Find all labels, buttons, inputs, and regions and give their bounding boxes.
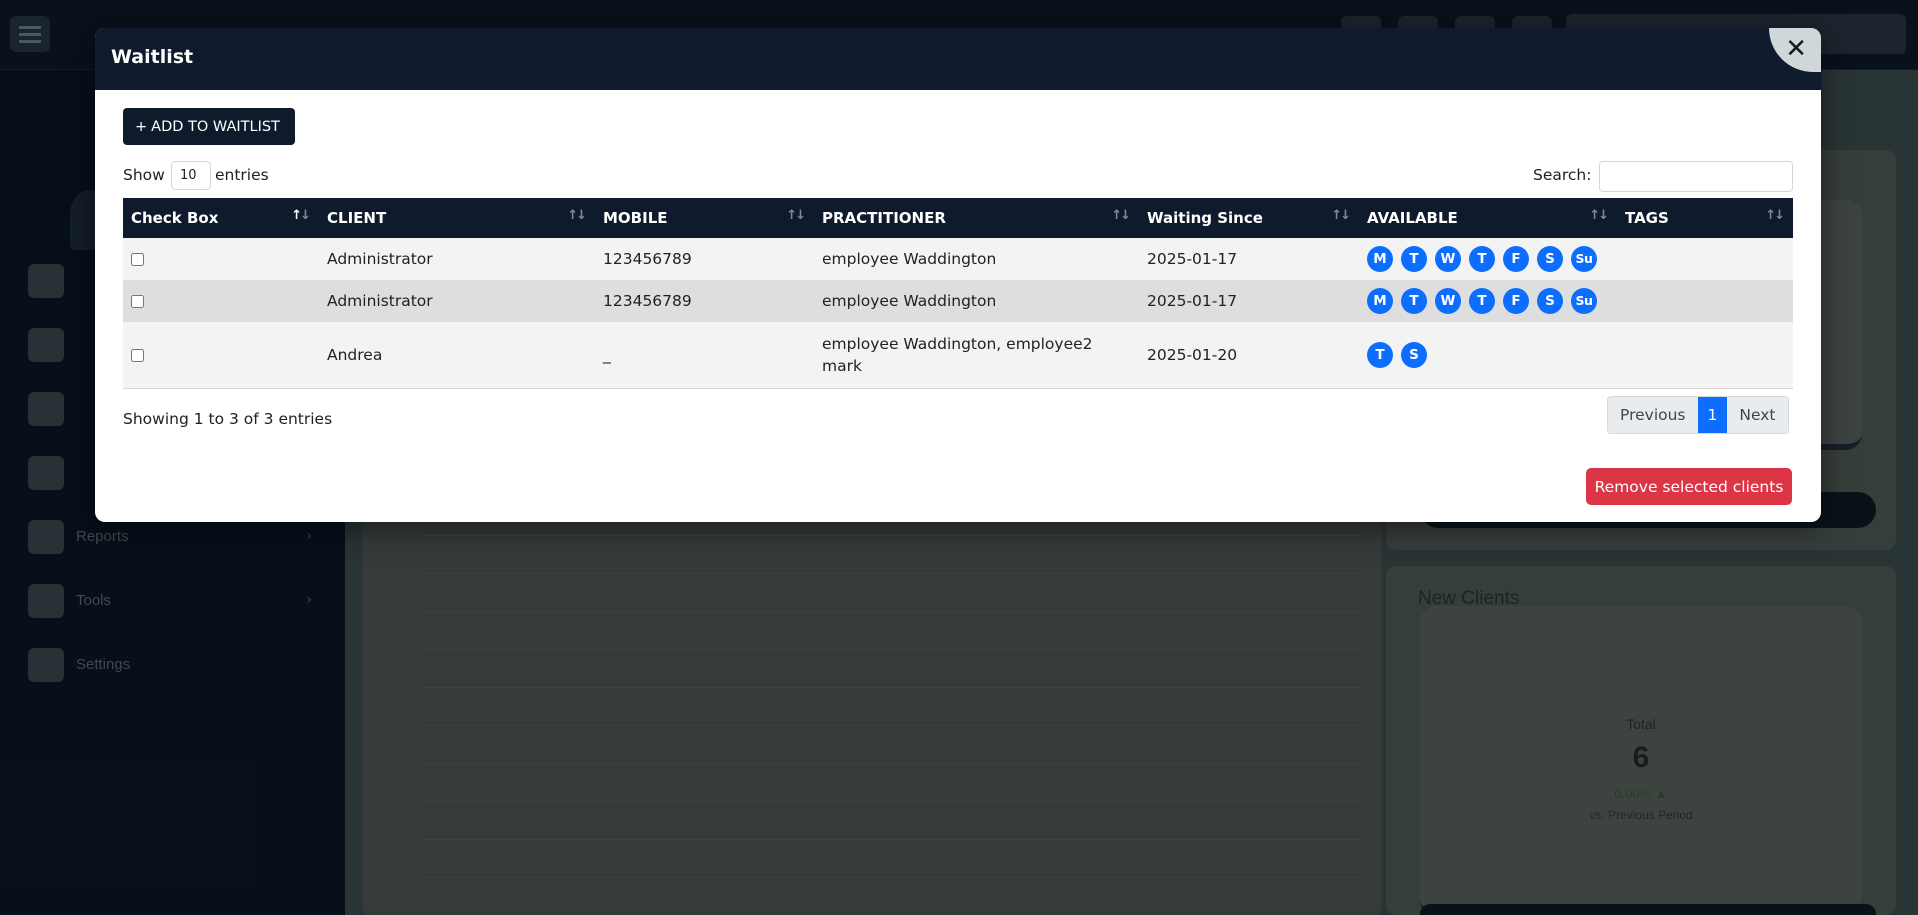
day-badge: Su <box>1571 288 1597 314</box>
column-header-mobile[interactable]: MOBILE ↑↓ <box>595 198 814 238</box>
day-badge: T <box>1469 288 1495 314</box>
mobile-cell: 123456789 <box>595 238 814 280</box>
modal-header: Waitlist ✕ <box>95 28 1821 90</box>
client-cell: Administrator <box>319 238 595 280</box>
search-label: Search: <box>1533 166 1592 184</box>
day-badge: T <box>1401 246 1427 272</box>
practitioner-cell: employee Waddington <box>814 280 1139 322</box>
table-row: Andrea _ employee Waddington, employee2 … <box>123 322 1793 389</box>
sort-icon[interactable]: ↑↓ <box>1765 208 1785 223</box>
entries-label: entries <box>215 166 269 184</box>
row-checkbox[interactable] <box>131 295 144 308</box>
sort-icon[interactable]: ↑↓ <box>786 208 806 223</box>
waitlist-table: Check Box ↑↓ CLIENT ↑↓ MOBILE ↑↓ PRACTITION… <box>123 198 1793 389</box>
column-label: CLIENT <box>327 209 387 227</box>
waiting-since-cell: 2025-01-17 <box>1139 280 1359 322</box>
column-label: MOBILE <box>603 209 668 227</box>
tags-cell <box>1617 280 1793 322</box>
day-badge: Su <box>1571 246 1597 272</box>
table-row: Administrator 123456789 employee Wadding… <box>123 238 1793 280</box>
day-badge: F <box>1503 246 1529 272</box>
available-cell: TS <box>1359 322 1617 389</box>
day-badge: M <box>1367 246 1393 272</box>
checkbox-cell <box>123 238 319 280</box>
day-badge: T <box>1367 341 1393 368</box>
close-icon[interactable]: ✕ <box>1785 34 1807 64</box>
column-label: Waiting Since <box>1147 209 1263 227</box>
table-header-row: Check Box ↑↓ CLIENT ↑↓ MOBILE ↑↓ PRACTITION… <box>123 198 1793 238</box>
add-to-waitlist-label: ADD TO WAITLIST <box>151 118 280 135</box>
table-info: Showing 1 to 3 of 3 entries <box>123 410 333 428</box>
column-header-available[interactable]: AVAILABLE ↑↓ <box>1359 198 1617 238</box>
column-header-tags[interactable]: TAGS ↑↓ <box>1617 198 1793 238</box>
remove-selected-clients-button[interactable]: Remove selected clients <box>1586 468 1792 505</box>
day-badge: S <box>1537 246 1563 272</box>
table-row: Administrator 123456789 employee Wadding… <box>123 280 1793 322</box>
show-label: Show <box>123 166 165 184</box>
column-label: TAGS <box>1625 209 1669 227</box>
plus-icon: + <box>135 118 148 135</box>
row-checkbox[interactable] <box>131 253 144 266</box>
sort-icon[interactable]: ↑↓ <box>567 208 587 223</box>
pagination-page-1[interactable]: 1 <box>1697 397 1728 433</box>
tags-cell <box>1617 322 1793 389</box>
modal-title: Waitlist <box>111 46 194 68</box>
tags-cell <box>1617 238 1793 280</box>
column-header-client[interactable]: CLIENT ↑↓ <box>319 198 595 238</box>
row-checkbox[interactable] <box>131 348 144 362</box>
checkbox-cell <box>123 280 319 322</box>
column-header-waiting-since[interactable]: Waiting Since ↑↓ <box>1139 198 1359 238</box>
column-header-practitioner[interactable]: PRACTITIONER ↑↓ <box>814 198 1139 238</box>
column-label: Check Box <box>131 209 219 227</box>
waiting-since-cell: 2025-01-17 <box>1139 238 1359 280</box>
client-cell: Andrea <box>319 322 595 389</box>
pagination-next[interactable]: Next <box>1727 397 1788 433</box>
column-label: AVAILABLE <box>1367 209 1458 227</box>
waitlist-modal: Waitlist ✕ +ADD TO WAITLIST Show entries… <box>95 28 1821 522</box>
pagination: Previous 1 Next <box>1607 396 1789 434</box>
close-button[interactable]: ✕ <box>1769 28 1821 72</box>
add-to-waitlist-button[interactable]: + ADD TO WAITLIST <box>123 108 295 145</box>
day-badge: S <box>1401 341 1427 368</box>
day-badge: W <box>1435 246 1461 272</box>
mobile-cell: _ <box>595 322 814 389</box>
practitioner-cell: employee Waddington, employee2 mark <box>814 322 1139 389</box>
pagination-previous[interactable]: Previous <box>1608 397 1698 433</box>
practitioner-cell: employee Waddington <box>814 238 1139 280</box>
entries-per-page-select[interactable] <box>171 161 211 190</box>
sort-icon[interactable]: ↑↓ <box>291 208 311 223</box>
sort-icon[interactable]: ↑↓ <box>1589 208 1609 223</box>
day-badge: F <box>1503 288 1529 314</box>
sort-icon[interactable]: ↑↓ <box>1331 208 1351 223</box>
available-cell: M T W T F S Su <box>1359 280 1617 322</box>
day-badge: T <box>1401 288 1427 314</box>
day-badge: S <box>1537 288 1563 314</box>
day-badge: M <box>1367 288 1393 314</box>
sort-icon[interactable]: ↑↓ <box>1111 208 1131 223</box>
mobile-cell: 123456789 <box>595 280 814 322</box>
day-badge: W <box>1435 288 1461 314</box>
column-label: PRACTITIONER <box>822 209 946 227</box>
column-header-check-box[interactable]: Check Box ↑↓ <box>123 198 319 238</box>
available-cell: M T W T F S Su <box>1359 238 1617 280</box>
day-badge: T <box>1469 246 1495 272</box>
search-input[interactable] <box>1599 161 1793 192</box>
client-cell: Administrator <box>319 280 595 322</box>
checkbox-cell <box>123 322 319 389</box>
waiting-since-cell: 2025-01-20 <box>1139 322 1359 389</box>
